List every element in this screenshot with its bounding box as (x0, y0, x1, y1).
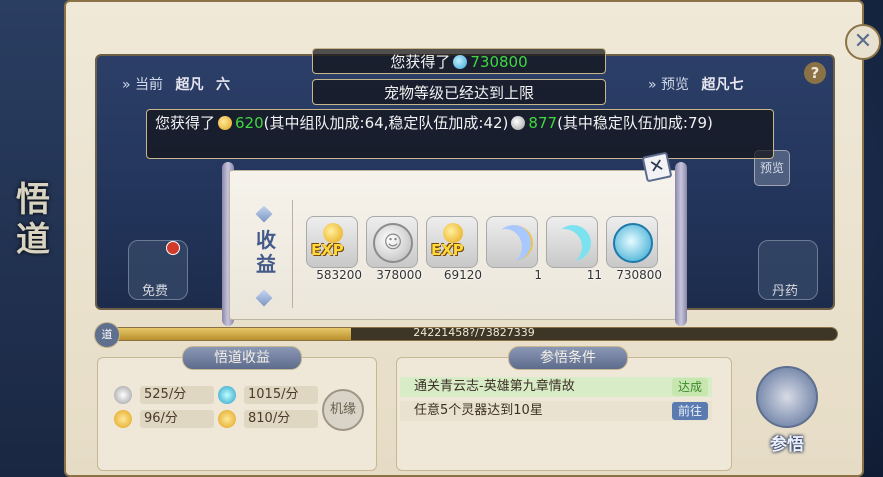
msg3-silver-value: 877 (528, 114, 558, 132)
blue-coin-icon (453, 55, 468, 69)
reward-count: 69120 (443, 268, 482, 282)
silver-coin-icon (114, 386, 132, 404)
silver-coin-icon (511, 116, 526, 130)
preview-tier-label: 预览 (661, 77, 690, 93)
chevron-right-icon: » (122, 77, 131, 93)
current-tier-level: 六 (215, 77, 230, 93)
exp-orb-icon (218, 116, 233, 130)
conditions-title: 参悟条件 (508, 346, 628, 370)
reward-item[interactable]: 730800 (606, 216, 662, 286)
reward-count: 1 (534, 268, 542, 282)
close-icon: ✕ (647, 154, 667, 179)
condition-row: 通关青云志-英雄第九章情故 达成 (400, 377, 712, 397)
preview-tier-name: 超凡七 (701, 77, 744, 93)
exp-orb-icon: EXP (426, 216, 478, 268)
income-item: 810/分 (244, 410, 318, 428)
income-item: 525/分 (140, 386, 214, 404)
reward-item[interactable]: EXP 583200 (306, 216, 362, 286)
reward-count: 583200 (316, 268, 362, 282)
income-title: 悟道收益 (182, 346, 302, 370)
condition-text: 任意5个灵器达到10星 (414, 403, 543, 418)
reward-count: 11 (586, 268, 602, 282)
income-item: 1015/分 (244, 386, 318, 404)
exp-orb-icon (114, 410, 132, 428)
blue-coin-icon (606, 216, 658, 268)
exp-orb-icon: EXP (306, 216, 358, 268)
reward-item[interactable]: 1 (486, 216, 542, 286)
current-tier-name: 超凡 (175, 77, 204, 93)
msg3-silver-detail: (其中稳定队伍加成:79) (557, 114, 713, 132)
progress-text: 24221458?/73827339 (413, 326, 535, 339)
blue-coin-icon (218, 386, 236, 404)
progress-cap: 道 (94, 322, 120, 348)
scroll-rod-right (675, 162, 687, 326)
reward-item[interactable]: ☺ 378000 (366, 216, 422, 286)
pill-button-label: 丹药 (772, 284, 799, 299)
income-item: 96/分 (140, 410, 214, 428)
msg3-prefix: 您获得了 (155, 114, 216, 132)
close-button[interactable]: ✕ (845, 24, 881, 60)
msg3-exp-value: 620 (235, 114, 264, 132)
gain-message-2: 您获得了 620(其中组队加成:64,稳定队伍加成:42) 877(其中稳定队伍加成… (146, 109, 774, 159)
current-tier: » 当前 超凡 六 (122, 72, 277, 98)
help-button[interactable]: ? (804, 62, 826, 84)
scroll-close-button[interactable]: ✕ (641, 151, 673, 183)
preview-tier: » 预览 超凡七 (648, 72, 788, 98)
scroll-title: 收益 (256, 228, 276, 276)
canwu-label: 参悟 (770, 435, 804, 455)
condition-row: 任意5个灵器达到10星 前往 (400, 401, 712, 421)
jiyuan-button[interactable]: 机缘 (322, 389, 364, 431)
reward-item[interactable]: 11 (546, 216, 602, 286)
reward-item[interactable]: EXP 69120 (426, 216, 482, 286)
silver-coin-icon: ☺ (366, 216, 418, 268)
condition-text: 通关青云志-英雄第九章情故 (414, 379, 575, 394)
condition-status: 达成 (671, 378, 708, 396)
reward-count: 378000 (376, 268, 422, 282)
yinyang-icon (756, 366, 818, 428)
close-icon: ✕ (853, 29, 873, 54)
gold-moon-icon (486, 216, 538, 268)
goto-button[interactable]: 前往 (671, 402, 708, 420)
pet-level-message: 宠物等级已经达到上限 (312, 79, 606, 105)
page-side-title: 悟道 (16, 180, 50, 260)
free-button-label: 免费 (142, 284, 169, 299)
msg1-prefix: 您获得了 (390, 53, 451, 71)
chevron-right-icon: » (648, 77, 657, 93)
notification-dot (166, 241, 180, 255)
exp-orb-icon (218, 410, 236, 428)
current-tier-label: 当前 (135, 77, 164, 93)
msg1-value: 730800 (470, 53, 528, 71)
reward-list: EXP 583200 ☺ 378000 EXP 69120 1 11 73080… (306, 216, 666, 288)
reward-count: 730800 (616, 268, 662, 282)
gain-message-1: 您获得了 730800 (312, 48, 606, 74)
msg3-exp-detail: (其中组队加成:64,稳定队伍加成:42) (263, 114, 509, 132)
blue-moon-icon (546, 216, 598, 268)
canwu-button[interactable]: 参悟 (748, 358, 826, 458)
